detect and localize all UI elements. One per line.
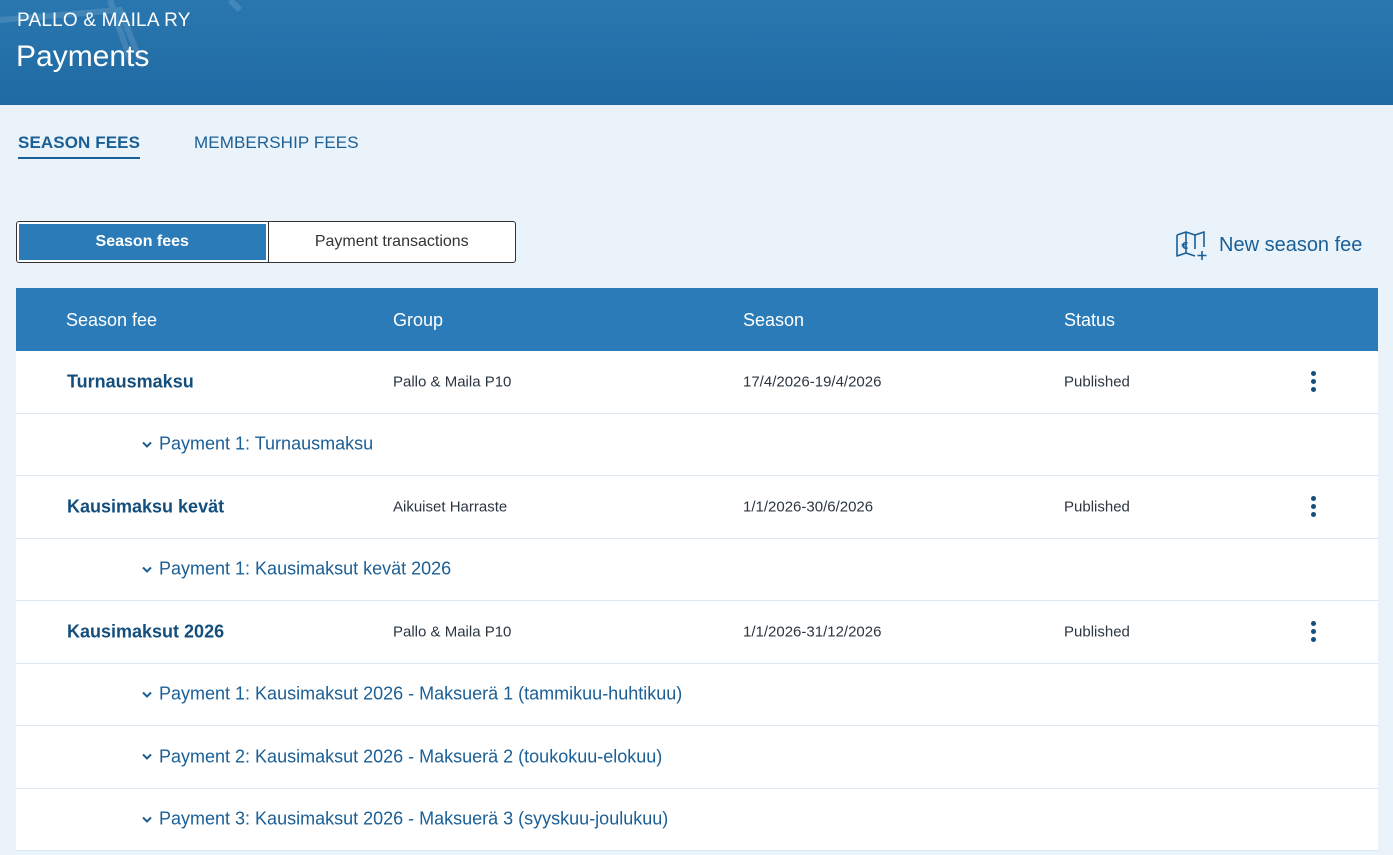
new-season-fee-button[interactable]: € New season fee bbox=[1175, 229, 1362, 261]
season-fees-table: Season fee Group Season Status Turnausma… bbox=[16, 288, 1378, 851]
chevron-down-icon bbox=[142, 441, 152, 448]
table-row: Kausimaksut 2026 Pallo & Maila P10 1/1/2… bbox=[16, 601, 1378, 664]
payment-row: Payment 3: Kausimaksut 2026 - Maksuerä 3… bbox=[16, 788, 1378, 851]
column-header-group: Group bbox=[393, 310, 444, 330]
page-header: PALLO & MAILA RY Payments bbox=[0, 0, 1393, 105]
payment-row: Payment 1: Turnausmaksu bbox=[16, 413, 1378, 476]
fee-group: Pallo & Maila P10 bbox=[393, 623, 512, 641]
status-badge: Published bbox=[1064, 623, 1130, 641]
payment-transactions-toggle[interactable]: Payment transactions bbox=[267, 222, 516, 262]
payment-expander[interactable]: Payment 3: Kausimaksut 2026 - Maksuerä 3… bbox=[141, 809, 668, 830]
view-toggle: Season fees Payment transactions bbox=[16, 221, 516, 263]
season-fee-name[interactable]: Kausimaksut 2026 bbox=[67, 621, 224, 642]
euro-map-plus-icon: € bbox=[1176, 231, 1207, 260]
more-options-icon[interactable] bbox=[1304, 617, 1322, 647]
payment-row: Payment 2: Kausimaksut 2026 - Maksuerä 2… bbox=[16, 726, 1378, 789]
page-title: Payments bbox=[16, 40, 150, 73]
fee-season: 17/4/2026-19/4/2026 bbox=[743, 373, 882, 391]
column-header-status: Status bbox=[1064, 310, 1116, 330]
chevron-down-icon bbox=[142, 754, 152, 761]
more-options-icon[interactable] bbox=[1304, 367, 1322, 397]
fee-tabs: SEASON FEES MEMBERSHIP FEES bbox=[18, 133, 359, 159]
fee-group: Pallo & Maila P10 bbox=[393, 373, 512, 391]
payment-label: Payment 1: Kausimaksut kevät 2026 bbox=[159, 558, 452, 579]
payment-label: Payment 1: Kausimaksut 2026 - Maksuerä 1… bbox=[159, 683, 683, 704]
payment-expander[interactable]: Payment 1: Kausimaksut 2026 - Maksuerä 1… bbox=[141, 684, 682, 705]
payment-row: Payment 1: Kausimaksut kevät 2026 bbox=[16, 538, 1378, 601]
payment-row: Payment 1: Kausimaksut 2026 - Maksuerä 1… bbox=[16, 663, 1378, 726]
svg-text:€: € bbox=[1181, 241, 1189, 252]
status-badge: Published bbox=[1064, 373, 1130, 391]
season-fees-toggle[interactable]: Season fees bbox=[17, 222, 269, 262]
table-header: Season fee Group Season Status bbox=[16, 288, 1378, 351]
column-header-season: Season bbox=[743, 310, 805, 330]
new-season-fee-label: New season fee bbox=[1219, 233, 1363, 256]
season-fee-name[interactable]: Kausimaksu kevät bbox=[67, 496, 224, 517]
payment-label: Payment 1: Turnausmaksu bbox=[159, 433, 374, 454]
payment-expander[interactable]: Payment 1: Kausimaksut kevät 2026 bbox=[141, 559, 451, 580]
season-fee-name[interactable]: Turnausmaksu bbox=[67, 371, 194, 392]
column-header-season-fee: Season fee bbox=[66, 310, 158, 330]
more-options-icon[interactable] bbox=[1304, 492, 1322, 522]
tab-membership-fees[interactable]: MEMBERSHIP FEES bbox=[194, 133, 359, 159]
payment-label: Payment 2: Kausimaksut 2026 - Maksuerä 2… bbox=[159, 746, 663, 767]
chevron-down-icon bbox=[142, 566, 152, 573]
payment-expander[interactable]: Payment 2: Kausimaksut 2026 - Maksuerä 2… bbox=[141, 746, 662, 767]
table-row: Turnausmaksu Pallo & Maila P10 17/4/2026… bbox=[16, 351, 1378, 414]
org-name: PALLO & MAILA RY bbox=[17, 10, 191, 31]
fee-season: 1/1/2026-30/6/2026 bbox=[743, 498, 874, 516]
payment-label: Payment 3: Kausimaksut 2026 - Maksuerä 3… bbox=[159, 808, 669, 829]
fee-season: 1/1/2026-31/12/2026 bbox=[743, 623, 882, 641]
tab-season-fees[interactable]: SEASON FEES bbox=[18, 133, 141, 159]
table-row: Kausimaksu kevät Aikuiset Harraste 1/1/2… bbox=[16, 476, 1378, 539]
fee-group: Aikuiset Harraste bbox=[393, 498, 508, 516]
status-badge: Published bbox=[1064, 498, 1130, 516]
chevron-down-icon bbox=[142, 691, 152, 698]
payment-expander[interactable]: Payment 1: Turnausmaksu bbox=[141, 434, 373, 455]
chevron-down-icon bbox=[142, 816, 152, 823]
